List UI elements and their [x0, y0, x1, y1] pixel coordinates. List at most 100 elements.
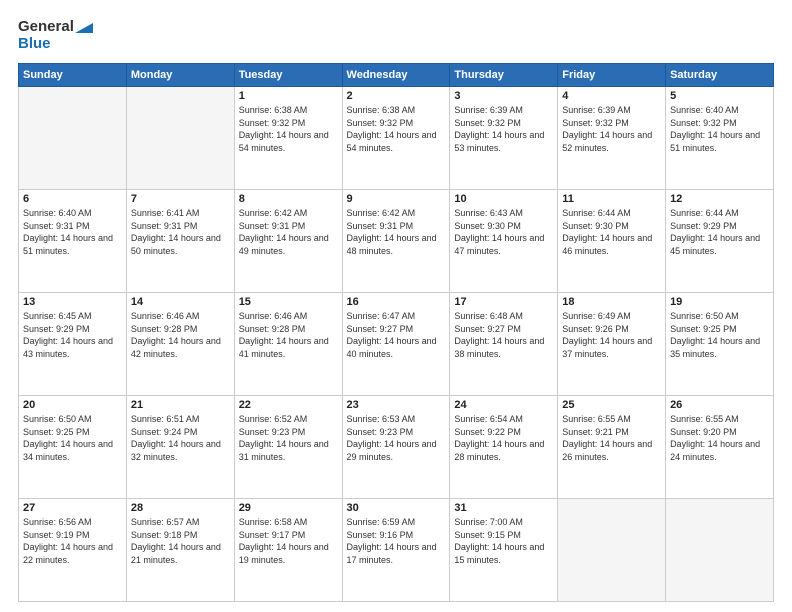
day-number: 23 [347, 399, 446, 411]
day-info: Sunrise: 6:42 AMSunset: 9:31 PMDaylight:… [347, 207, 446, 257]
calendar-cell: 21Sunrise: 6:51 AMSunset: 9:24 PMDayligh… [126, 396, 234, 499]
day-info: Sunrise: 6:49 AMSunset: 9:26 PMDaylight:… [562, 310, 661, 360]
calendar-cell: 28 Sunrise: 6:57 AMSunset: 9:18 PMDayligh… [126, 499, 234, 602]
day-info: Sunrise: 6:55 AMSunset: 9:20 PMDaylight:… [670, 413, 769, 463]
day-number: 15 [239, 296, 338, 308]
day-number: 10 [454, 193, 553, 205]
day-number: 8 [239, 193, 338, 205]
day-number: 4 [562, 90, 661, 102]
calendar-cell: 4 Sunrise: 6:39 AMSunset: 9:32 PMDaylight… [558, 87, 666, 190]
weekday-header-monday: Monday [126, 64, 234, 87]
day-number: 18 [562, 296, 661, 308]
day-info: Sunrise: 6:58 AMSunset: 9:17 PMDaylight:… [239, 516, 338, 566]
day-info: Sunrise: 6:43 AMSunset: 9:30 PMDaylight:… [454, 207, 553, 257]
calendar-cell: 25Sunrise: 6:55 AMSunset: 9:21 PMDayligh… [558, 396, 666, 499]
calendar-cell: 27 Sunrise: 6:56 AMSunset: 9:19 PMDayligh… [19, 499, 127, 602]
weekday-header-thursday: Thursday [450, 64, 558, 87]
calendar-cell: 12 Sunrise: 6:44 AMSunset: 9:29 PMDayligh… [666, 190, 774, 293]
day-number: 28 [131, 502, 230, 514]
calendar-cell: 2Sunrise: 6:38 AMSunset: 9:32 PMDaylight… [342, 87, 450, 190]
day-info: Sunrise: 6:44 AMSunset: 9:30 PMDaylight:… [562, 207, 661, 257]
day-info: Sunrise: 6:47 AMSunset: 9:27 PMDaylight:… [347, 310, 446, 360]
day-info: Sunrise: 6:46 AMSunset: 9:28 PMDaylight:… [239, 310, 338, 360]
calendar-cell: 24 Sunrise: 6:54 AMSunset: 9:22 PMDayligh… [450, 396, 558, 499]
day-info: Sunrise: 6:44 AMSunset: 9:29 PMDaylight:… [670, 207, 769, 257]
day-number: 29 [239, 502, 338, 514]
day-number: 7 [131, 193, 230, 205]
day-number: 6 [23, 193, 122, 205]
header: General Blue [18, 18, 774, 53]
weekday-header-wednesday: Wednesday [342, 64, 450, 87]
day-number: 30 [347, 502, 446, 514]
calendar-cell: 8 Sunrise: 6:42 AMSunset: 9:31 PMDaylight… [234, 190, 342, 293]
page: General Blue SundayMondayTuesdayWednesda… [0, 0, 792, 612]
day-info: Sunrise: 6:48 AMSunset: 9:27 PMDaylight:… [454, 310, 553, 360]
day-number: 5 [670, 90, 769, 102]
day-info: Sunrise: 6:39 AMSunset: 9:32 PMDaylight:… [454, 104, 553, 154]
day-number: 11 [562, 193, 661, 205]
day-info: Sunrise: 6:52 AMSunset: 9:23 PMDaylight:… [239, 413, 338, 463]
calendar-cell: 6Sunrise: 6:40 AMSunset: 9:31 PMDaylight… [19, 190, 127, 293]
day-number: 31 [454, 502, 553, 514]
logo: General Blue [18, 18, 93, 53]
day-number: 26 [670, 399, 769, 411]
day-number: 19 [670, 296, 769, 308]
day-number: 20 [23, 399, 122, 411]
day-info: Sunrise: 6:40 AMSunset: 9:32 PMDaylight:… [670, 104, 769, 154]
day-info: Sunrise: 7:00 AMSunset: 9:15 PMDaylight:… [454, 516, 553, 566]
logo-icon [75, 19, 93, 33]
day-number: 13 [23, 296, 122, 308]
calendar-cell: 22 Sunrise: 6:52 AMSunset: 9:23 PMDayligh… [234, 396, 342, 499]
calendar-cell: 10 Sunrise: 6:43 AMSunset: 9:30 PMDayligh… [450, 190, 558, 293]
calendar-cell: 16 Sunrise: 6:47 AMSunset: 9:27 PMDayligh… [342, 293, 450, 396]
day-number: 24 [454, 399, 553, 411]
weekday-header-row: SundayMondayTuesdayWednesdayThursdayFrid… [19, 64, 774, 87]
day-info: Sunrise: 6:41 AMSunset: 9:31 PMDaylight:… [131, 207, 230, 257]
day-info: Sunrise: 6:50 AMSunset: 9:25 PMDaylight:… [670, 310, 769, 360]
calendar-week-5: 27 Sunrise: 6:56 AMSunset: 9:19 PMDayligh… [19, 499, 774, 602]
day-info: Sunrise: 6:56 AMSunset: 9:19 PMDaylight:… [23, 516, 122, 566]
day-info: Sunrise: 6:57 AMSunset: 9:18 PMDaylight:… [131, 516, 230, 566]
calendar-cell [19, 87, 127, 190]
day-info: Sunrise: 6:38 AMSunset: 9:32 PMDaylight:… [347, 104, 446, 154]
calendar-cell: 5 Sunrise: 6:40 AMSunset: 9:32 PMDaylight… [666, 87, 774, 190]
calendar-cell: 9 Sunrise: 6:42 AMSunset: 9:31 PMDaylight… [342, 190, 450, 293]
calendar-cell: 15 Sunrise: 6:46 AMSunset: 9:28 PMDayligh… [234, 293, 342, 396]
day-number: 21 [131, 399, 230, 411]
day-number: 14 [131, 296, 230, 308]
calendar-cell: 23 Sunrise: 6:53 AMSunset: 9:23 PMDayligh… [342, 396, 450, 499]
day-number: 22 [239, 399, 338, 411]
day-number: 12 [670, 193, 769, 205]
day-info: Sunrise: 6:38 AMSunset: 9:32 PMDaylight:… [239, 104, 338, 154]
day-number: 1 [239, 90, 338, 102]
day-info: Sunrise: 6:54 AMSunset: 9:22 PMDaylight:… [454, 413, 553, 463]
weekday-header-tuesday: Tuesday [234, 64, 342, 87]
calendar-cell: 7 Sunrise: 6:41 AMSunset: 9:31 PMDaylight… [126, 190, 234, 293]
day-number: 16 [347, 296, 446, 308]
calendar-cell: 18 Sunrise: 6:49 AMSunset: 9:26 PMDayligh… [558, 293, 666, 396]
calendar-week-3: 13 Sunrise: 6:45 AMSunset: 9:29 PMDayligh… [19, 293, 774, 396]
day-number: 9 [347, 193, 446, 205]
calendar-cell [558, 499, 666, 602]
day-info: Sunrise: 6:45 AMSunset: 9:29 PMDaylight:… [23, 310, 122, 360]
day-info: Sunrise: 6:46 AMSunset: 9:28 PMDaylight:… [131, 310, 230, 360]
calendar-cell: 14 Sunrise: 6:46 AMSunset: 9:28 PMDayligh… [126, 293, 234, 396]
calendar-week-4: 20Sunrise: 6:50 AMSunset: 9:25 PMDayligh… [19, 396, 774, 499]
calendar-cell: 20Sunrise: 6:50 AMSunset: 9:25 PMDayligh… [19, 396, 127, 499]
day-info: Sunrise: 6:39 AMSunset: 9:32 PMDaylight:… [562, 104, 661, 154]
calendar-cell: 31 Sunrise: 7:00 AMSunset: 9:15 PMDayligh… [450, 499, 558, 602]
calendar-cell: 30Sunrise: 6:59 AMSunset: 9:16 PMDayligh… [342, 499, 450, 602]
calendar-cell: 17 Sunrise: 6:48 AMSunset: 9:27 PMDayligh… [450, 293, 558, 396]
weekday-header-saturday: Saturday [666, 64, 774, 87]
day-info: Sunrise: 6:42 AMSunset: 9:31 PMDaylight:… [239, 207, 338, 257]
calendar-cell: 29 Sunrise: 6:58 AMSunset: 9:17 PMDayligh… [234, 499, 342, 602]
calendar-week-1: 1 Sunrise: 6:38 AMSunset: 9:32 PMDaylight… [19, 87, 774, 190]
logo-blue-text: Blue [18, 35, 51, 52]
day-info: Sunrise: 6:53 AMSunset: 9:23 PMDaylight:… [347, 413, 446, 463]
day-info: Sunrise: 6:55 AMSunset: 9:21 PMDaylight:… [562, 413, 661, 463]
day-number: 17 [454, 296, 553, 308]
day-number: 3 [454, 90, 553, 102]
calendar-week-2: 6Sunrise: 6:40 AMSunset: 9:31 PMDaylight… [19, 190, 774, 293]
day-number: 27 [23, 502, 122, 514]
calendar-cell: 1 Sunrise: 6:38 AMSunset: 9:32 PMDaylight… [234, 87, 342, 190]
